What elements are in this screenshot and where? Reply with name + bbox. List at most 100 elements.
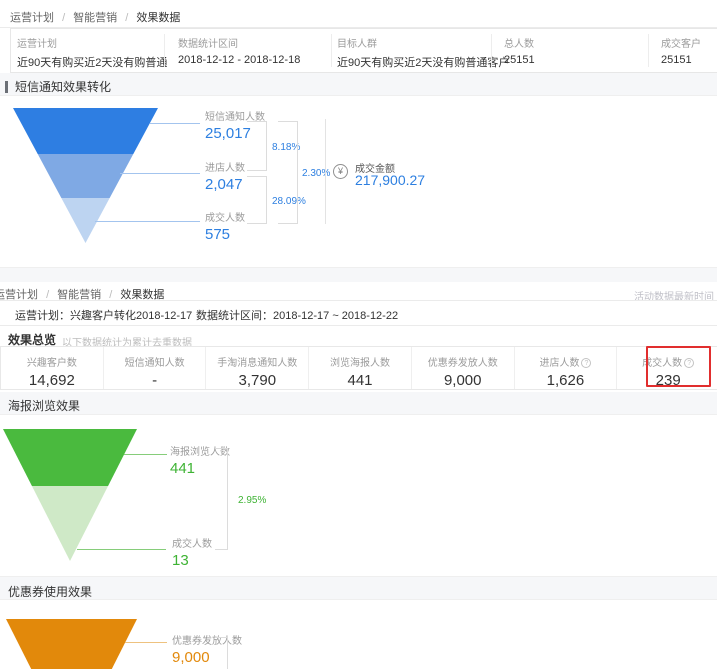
overview-stats-table: 兴趣客户数 14,692 短信通知人数 - 手淘消息通知人数 3,790 浏览海… — [0, 346, 717, 390]
detail-range-value: 2018-12-17 ~ 2018-12-22 — [273, 310, 398, 322]
stat-value: 9,000 — [412, 372, 514, 389]
column-divider — [491, 34, 492, 67]
funnel-segment — [13, 154, 158, 199]
connector-line — [120, 173, 200, 174]
detail-range-line: 数据统计区间：2018-12-17 ~ 2018-12-22 — [196, 307, 398, 323]
connector-line — [125, 642, 167, 643]
stat-label: 手淘消息通知人数 — [206, 354, 308, 369]
section-strip: 优惠券使用效果 — [0, 577, 717, 599]
breadcrumb: 运营计划 / 智能营销 / 效果数据 — [10, 9, 180, 25]
stage-value: 9,000 — [172, 649, 242, 666]
audience-label: 目标人群 — [337, 35, 509, 50]
stat-label: 短信通知人数 — [104, 354, 206, 369]
total-label: 总人数 — [504, 35, 535, 50]
rate-bracket — [247, 176, 267, 224]
section-strip: 海报浏览效果 — [0, 392, 717, 414]
breadcrumb-item-effect: 效果数据 — [136, 12, 180, 24]
dashboard-screen: 运营计划 / 智能营销 / 效果数据 运营计划 近90天有购买近2天没有购普通 … — [0, 0, 717, 669]
sms-section-title: 短信通知效果转化 — [5, 78, 111, 95]
breadcrumb-item-marketing[interactable]: 智能营销 — [73, 12, 117, 24]
stage-label: 成交人数 — [205, 209, 245, 224]
poster-section-title: 海报浏览效果 — [8, 397, 80, 414]
deal-value: 25151 — [661, 54, 701, 66]
highlight-annotation-box — [646, 346, 711, 387]
sms-funnel-card: 短信通知人数 25,017 进店人数 2,047 成交人数 575 8.18% … — [0, 95, 717, 268]
total-rate-bracket — [278, 121, 298, 224]
section-strip — [0, 268, 717, 282]
funnel-stage-1: 优惠券发放人数 9,000 — [172, 632, 242, 666]
coupon-section-title: 优惠券使用效果 — [8, 583, 92, 600]
stage-value: 2,047 — [205, 176, 245, 193]
stat-label: 兴趣客户数 — [1, 354, 103, 369]
stat-value: 441 — [309, 372, 411, 389]
stat-interest-customers: 兴趣客户数 14,692 — [1, 347, 103, 389]
range-value: 2018-12-12 - 2018-12-18 — [178, 54, 300, 66]
info-icon[interactable]: ? — [581, 358, 591, 368]
stage-label: 成交人数 — [172, 535, 212, 550]
column-divider — [331, 34, 332, 67]
connector-line — [150, 123, 200, 124]
rate-bracket — [247, 121, 267, 171]
stat-label: 浏览海报人数 — [309, 354, 411, 369]
funnel-stage-3: 成交人数 575 — [205, 209, 245, 243]
stage-label: 进店人数 — [205, 159, 245, 174]
connector-line — [95, 221, 200, 222]
plan-info-card: 运营计划 近90天有购买近2天没有购普通 数据统计区间 2018-12-12 -… — [10, 28, 717, 73]
divider — [0, 300, 717, 301]
column-divider — [164, 34, 165, 67]
funnel-segment — [13, 108, 158, 154]
stage-value: 575 — [205, 226, 245, 243]
stat-value: 1,626 — [515, 372, 617, 389]
range-info-col: 数据统计区间 2018-12-12 - 2018-12-18 — [178, 35, 300, 66]
column-divider — [648, 34, 649, 67]
stat-value: 14,692 — [1, 372, 103, 389]
stat-taobao-message: 手淘消息通知人数 3,790 — [205, 347, 308, 389]
breadcrumb-separator: / — [62, 12, 65, 24]
deal-info-col: 成交客户 25151 — [661, 35, 701, 66]
plan-info-col: 运营计划 近90天有购买近2天没有购普通 — [17, 35, 167, 70]
stat-store-visits: 进店人数? 1,626 — [514, 347, 617, 389]
poster-funnel-card: 海报浏览人数 441 成交人数 13 2.95% — [0, 414, 717, 577]
detail-range-label: 数据统计区间： — [196, 310, 273, 322]
coupon-funnel-chart — [6, 619, 137, 669]
funnel-stage-2: 进店人数 2,047 — [205, 159, 245, 193]
stage-label: 优惠券发放人数 — [172, 632, 242, 647]
stat-label: 进店人数 — [539, 358, 579, 369]
connector-line — [124, 454, 167, 455]
stat-value: 3,790 — [206, 372, 308, 389]
amount-value: 217,900.27 — [355, 172, 425, 188]
funnel-segment — [3, 429, 137, 486]
stat-label: 优惠券发放人数 — [412, 354, 514, 369]
total-info-col: 总人数 25151 — [504, 35, 535, 66]
divider — [0, 325, 717, 326]
stage-value: 13 — [172, 552, 212, 569]
title-bar — [5, 81, 8, 93]
divider — [325, 119, 326, 224]
total-rate-bracket — [215, 637, 228, 669]
stat-poster-views: 浏览海报人数 441 — [308, 347, 411, 389]
range-label: 数据统计区间 — [178, 35, 300, 50]
connector-line — [77, 549, 166, 550]
total-rate: 2.30% — [302, 168, 330, 179]
stat-sms-notified: 短信通知人数 - — [103, 347, 206, 389]
funnel-stage-2: 成交人数 13 — [172, 535, 212, 569]
total-rate: 2.95% — [238, 495, 266, 506]
audience-info-col: 目标人群 近90天有购买近2天没有购普通客户 — [337, 35, 509, 70]
sms-funnel-chart — [13, 108, 158, 243]
stat-value: - — [104, 372, 206, 389]
total-value: 25151 — [504, 54, 535, 66]
total-rate-bracket — [215, 448, 228, 550]
detail-plan-label: 运营计划： — [15, 310, 70, 322]
detail-plan-value: 兴趣客户转化2018-12-17 — [70, 310, 192, 322]
section-strip: 短信通知效果转化 — [0, 73, 717, 95]
poster-funnel-chart — [3, 429, 137, 561]
yuan-circle-icon: ¥ — [333, 164, 348, 179]
stat-coupons-issued: 优惠券发放人数 9,000 — [411, 347, 514, 389]
coupon-funnel-card: 优惠券发放人数 9,000 — [0, 599, 717, 669]
plan-label: 运营计划 — [17, 35, 167, 50]
funnel-segment — [6, 619, 137, 669]
detail-plan-line: 运营计划：兴趣客户转化2018-12-17 — [15, 307, 192, 323]
plan-value: 近90天有购买近2天没有购普通 — [17, 54, 167, 70]
breadcrumb-item-plan[interactable]: 运营计划 — [10, 12, 54, 24]
audience-value: 近90天有购买近2天没有购普通客户 — [337, 54, 509, 70]
